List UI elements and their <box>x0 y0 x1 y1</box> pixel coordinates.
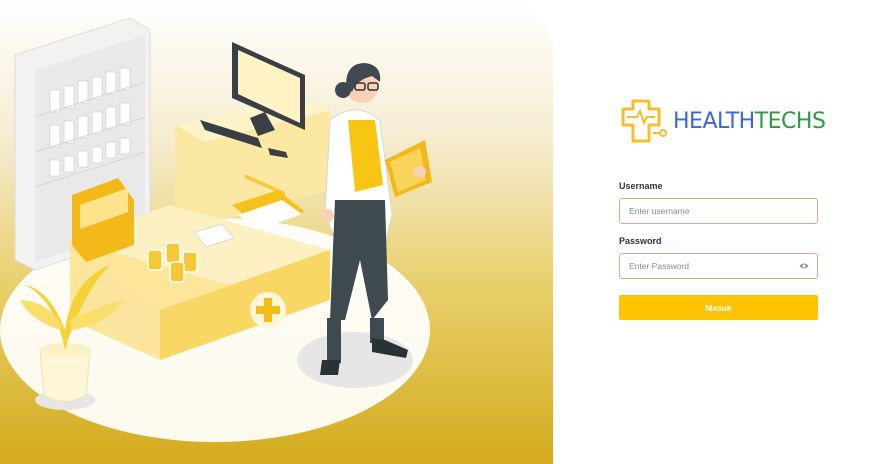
brand-part-techs: TECHS <box>754 109 826 134</box>
username-field-wrapper <box>619 198 818 224</box>
pharmacist-illustration <box>0 17 432 442</box>
login-form: HEALTHTECHS Username Password Masuk <box>619 0 826 464</box>
brand-part-health: HEALTH <box>673 109 755 134</box>
password-field-wrapper <box>619 253 818 279</box>
username-label: Username <box>619 181 663 191</box>
hero-panel <box>0 0 553 464</box>
username-input[interactable] <box>620 199 790 223</box>
login-button[interactable]: Masuk <box>619 295 818 320</box>
password-input[interactable] <box>620 254 790 278</box>
login-page: HEALTHTECHS Username Password Masuk <box>0 0 887 464</box>
circuit-cross-icon <box>621 99 667 143</box>
brand-logo: HEALTHTECHS <box>619 97 826 145</box>
brand-name: HEALTHTECHS <box>673 109 826 134</box>
password-label: Password <box>619 236 662 246</box>
eye-icon[interactable] <box>799 262 809 270</box>
